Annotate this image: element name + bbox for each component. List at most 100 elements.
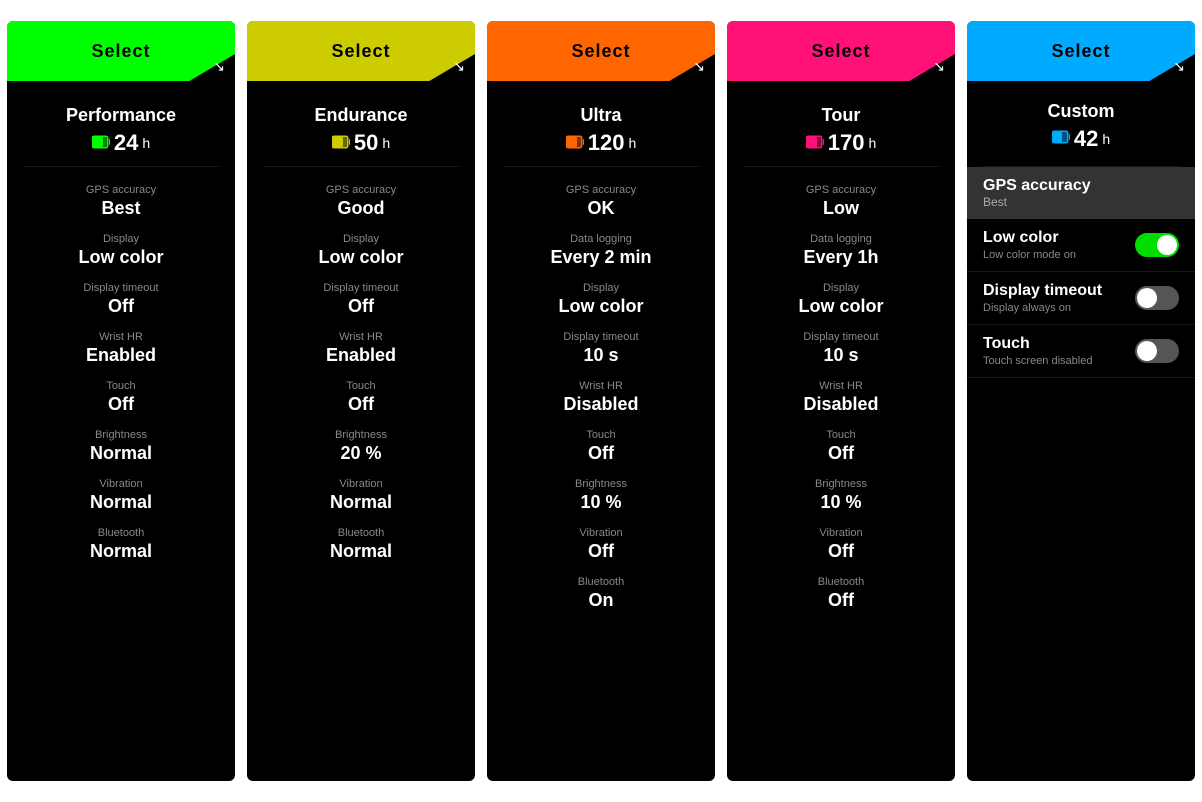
stat-row: GPS accuracyOK (503, 177, 699, 226)
toggle-switch[interactable] (1135, 339, 1179, 363)
battery-row: 50h (263, 130, 459, 156)
stat-value: Off (23, 394, 219, 415)
settings-item-row: Low colorLow color mode on (983, 229, 1179, 261)
stat-label: Display (743, 282, 939, 294)
battery-hours: 50 (354, 130, 378, 156)
stat-row: VibrationOff (743, 520, 939, 569)
stat-value: Off (263, 394, 459, 415)
gps-label: GPS accuracy (983, 177, 1179, 195)
settings-item: Low colorLow color mode on (967, 219, 1195, 272)
stat-label: Vibration (263, 478, 459, 490)
stat-label: Bluetooth (23, 527, 219, 539)
stat-row: TouchOff (503, 422, 699, 471)
stat-value: Low color (503, 296, 699, 317)
stat-value: 10 s (743, 345, 939, 366)
stat-value: Off (503, 541, 699, 562)
stat-value: Off (743, 443, 939, 464)
stat-label: Bluetooth (503, 576, 699, 588)
card-endurance[interactable]: Select↘Endurance 50hGPS accuracyGoodDisp… (247, 21, 475, 781)
toggle-switch[interactable] (1135, 233, 1179, 257)
stat-label: Data logging (503, 233, 699, 245)
profile-section: Tour 170h (743, 91, 939, 167)
stat-value: Off (743, 541, 939, 562)
stat-label: Display (23, 233, 219, 245)
battery-hours: 42 (1074, 126, 1098, 152)
card-content: Ultra 120hGPS accuracyOKData loggingEver… (487, 81, 715, 634)
stat-label: Touch (743, 429, 939, 441)
settings-item-sub: Low color mode on (983, 249, 1076, 261)
stat-row: BluetoothNormal (263, 520, 459, 569)
profile-section: Endurance 50h (263, 91, 459, 167)
profile-name: Endurance (263, 105, 459, 126)
card-ultra[interactable]: Select↘Ultra 120hGPS accuracyOKData logg… (487, 21, 715, 781)
stat-label: Display timeout (263, 282, 459, 294)
stat-value: 20 % (263, 443, 459, 464)
stat-value: 10 s (503, 345, 699, 366)
card-custom[interactable]: Select↘Custom 42hGPS accuracyBestLow col… (967, 21, 1195, 781)
battery-icon (92, 135, 110, 149)
stat-value: Normal (23, 541, 219, 562)
stat-value: Disabled (503, 394, 699, 415)
gps-value: Best (983, 195, 1179, 209)
stat-label: Vibration (503, 527, 699, 539)
stat-row: Data loggingEvery 1h (743, 226, 939, 275)
stat-value: Enabled (263, 345, 459, 366)
stat-value: Off (263, 296, 459, 317)
card-performance[interactable]: Select↘Performance 24hGPS accuracyBestDi… (7, 21, 235, 781)
custom-profile-section: Custom 42h (983, 81, 1179, 167)
card-header: Select↘ (7, 21, 235, 81)
battery-icon (1052, 130, 1070, 144)
stat-row: Brightness 10 % (503, 471, 699, 520)
stat-label: Vibration (23, 478, 219, 490)
stat-row: DisplayLow color (23, 226, 219, 275)
stat-value: Best (23, 198, 219, 219)
stat-value: On (503, 590, 699, 611)
stat-value: Disabled (743, 394, 939, 415)
stat-row: Display timeout Off (263, 275, 459, 324)
arrow-icon: ↘ (933, 58, 945, 75)
arrow-icon: ↘ (693, 58, 705, 75)
stat-value: Normal (23, 443, 219, 464)
battery-hours: 120 (588, 130, 625, 156)
settings-item-left: Display timeoutDisplay always on (983, 282, 1102, 314)
toggle-thumb (1157, 235, 1177, 255)
card-tour[interactable]: Select ↘ Tour 170hGPS accuracyLowData logg… (727, 21, 955, 781)
card-content: Performance 24hGPS accuracyBestDisplayLo… (7, 81, 235, 585)
stat-label: Brightness (23, 429, 219, 441)
stat-label: Bluetooth (743, 576, 939, 588)
stat-label: Wrist HR (263, 331, 459, 343)
toggle-switch[interactable] (1135, 286, 1179, 310)
stat-row: Bluetooth Normal (23, 520, 219, 569)
header-label: Select (811, 41, 870, 62)
battery-unit: h (382, 135, 390, 151)
stat-row: Display timeoutOff (23, 275, 219, 324)
stat-row: VibrationNormal (23, 471, 219, 520)
stat-value: Low color (263, 247, 459, 268)
card-content: Endurance 50hGPS accuracyGoodDisplayLow … (247, 81, 475, 585)
stat-label: Brightness (503, 478, 699, 490)
stat-value: Every 2 min (503, 247, 699, 268)
stat-label: GPS accuracy (263, 184, 459, 196)
stat-row: DisplayLow color (743, 275, 939, 324)
stat-row: GPS accuracy Good (263, 177, 459, 226)
battery-icon (332, 135, 350, 149)
stat-value: 10 % (503, 492, 699, 513)
battery-row: 170h (743, 130, 939, 156)
stat-value: Off (23, 296, 219, 317)
stat-row: Brightness Normal (23, 422, 219, 471)
stat-row: Wrist HRDisabled (503, 373, 699, 422)
arrow-icon: ↘ (213, 58, 225, 75)
stat-label: Display timeout (743, 331, 939, 343)
stat-row: BluetoothOff (743, 569, 939, 618)
stat-value: Good (263, 198, 459, 219)
stat-row: TouchOff (263, 373, 459, 422)
profile-name: Custom (983, 101, 1179, 122)
stat-row: VibrationNormal (263, 471, 459, 520)
battery-icon (566, 135, 584, 149)
battery-hours: 170 (828, 130, 865, 156)
stat-row: Touch Off (743, 422, 939, 471)
stat-label: Touch (503, 429, 699, 441)
settings-item-label: Display timeout (983, 282, 1102, 300)
card-content: Tour 170hGPS accuracyLowData loggingEver… (727, 81, 955, 634)
toggle-thumb (1137, 288, 1157, 308)
